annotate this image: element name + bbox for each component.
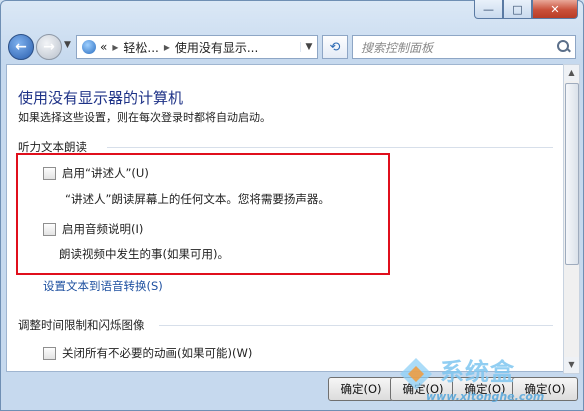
search-box[interactable]: 搜索控制面板 — [352, 35, 576, 59]
minimize-button[interactable]: — — [474, 0, 503, 19]
search-input[interactable]: 搜索控制面板 — [353, 39, 555, 56]
control-panel-icon — [82, 40, 96, 54]
scroll-thumb[interactable] — [565, 83, 579, 265]
tts-settings-link[interactable]: 设置文本到语音转换(S) — [43, 278, 163, 294]
breadcrumb-separator-icon[interactable]: ▸ — [112, 40, 118, 54]
animations-label[interactable]: 关闭所有不必要的动画(如果可能)(W) — [62, 345, 252, 361]
breadcrumb-separator-icon[interactable]: ▸ — [164, 40, 170, 54]
maximize-icon: □ — [512, 2, 523, 16]
ok-button[interactable]: 确定(O) — [452, 377, 518, 401]
forward-button[interactable]: → — [36, 34, 62, 60]
back-button[interactable]: ← — [8, 34, 34, 60]
recent-pages-button[interactable]: ▼ — [64, 40, 71, 50]
ok-button[interactable]: 确定(O) — [390, 377, 456, 401]
search-icon[interactable] — [555, 39, 571, 55]
breadcrumb-overflow[interactable]: « — [100, 40, 107, 54]
ok-button[interactable]: 确定(O) — [328, 377, 394, 401]
page-title: 使用没有显示器的计算机 — [18, 89, 184, 107]
refresh-icon: ⟲ — [329, 39, 341, 55]
content-pane: 使用没有显示器的计算机 如果选择这些设置，则在每次登录时都将自动启动。 听力文本… — [6, 64, 564, 372]
section-heading-timing: 调整时间限制和闪烁图像 — [18, 318, 145, 332]
maximize-button[interactable]: □ — [503, 0, 532, 19]
vertical-scrollbar[interactable]: ▲ ▼ — [563, 64, 580, 374]
breadcrumb-ease-of-access[interactable]: 轻松... — [123, 39, 158, 56]
window-caption-buttons: — □ ✕ — [474, 0, 578, 19]
address-dropdown-icon[interactable]: ▼ — [300, 42, 317, 52]
animations-checkbox[interactable] — [43, 346, 56, 360]
page-subtitle: 如果选择这些设置，则在每次登录时都将自动启动。 — [18, 111, 271, 124]
close-icon: ✕ — [550, 2, 560, 16]
minimize-icon: — — [483, 2, 494, 16]
section-divider — [159, 325, 553, 326]
address-bar[interactable]: « ▸ 轻松... ▸ 使用没有显示... ▼ — [76, 35, 318, 59]
scroll-down-icon[interactable]: ▼ — [564, 357, 579, 373]
forward-arrow-icon: → — [43, 39, 55, 55]
close-button[interactable]: ✕ — [532, 0, 578, 19]
animations-option[interactable]: 关闭所有不必要的动画(如果可能)(W) — [43, 345, 252, 361]
chevron-down-icon: ▼ — [64, 40, 71, 50]
breadcrumb-current[interactable]: 使用没有显示... — [175, 39, 258, 56]
dialog-footer: 确定(O) 确定(O) 确定(O) 确定(O) — [6, 373, 578, 407]
back-arrow-icon: ← — [15, 39, 27, 55]
section-divider — [107, 147, 553, 148]
ok-button[interactable]: 确定(O) — [512, 377, 578, 401]
refresh-button[interactable]: ⟲ — [322, 35, 348, 59]
highlight-box — [16, 153, 390, 275]
scroll-up-icon[interactable]: ▲ — [564, 65, 579, 81]
